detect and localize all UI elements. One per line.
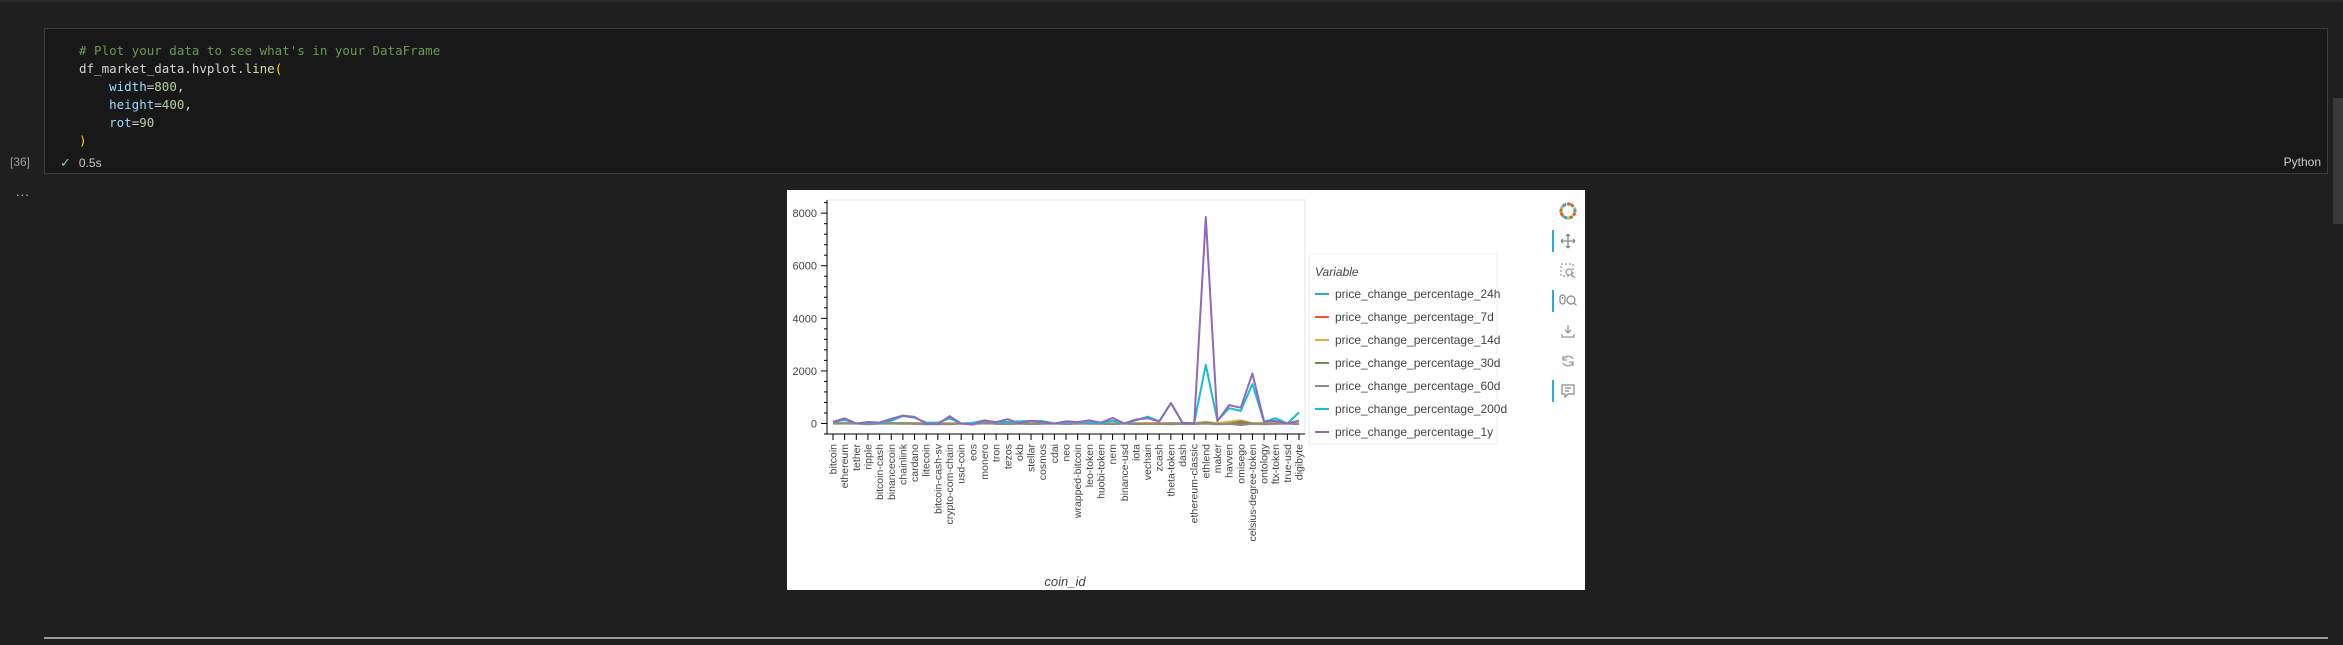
x-tick-label: ethlend	[1200, 444, 1212, 479]
y-tick-label: 0	[811, 418, 817, 430]
x-tick-label: bitcoin-cash-sv	[932, 443, 944, 514]
code-val-width: 800	[154, 79, 177, 94]
x-tick-label: huobi-token	[1095, 444, 1107, 499]
x-tick-label: okb	[1014, 444, 1026, 461]
x-axis-label: coin_id	[1044, 574, 1086, 589]
x-tick-label: maker	[1212, 444, 1224, 474]
hover-icon[interactable]	[1552, 380, 1580, 402]
y-tick-label: 6000	[793, 261, 817, 273]
kernel-language-button[interactable]: Python	[2284, 155, 2321, 169]
x-tick-label: iota	[1130, 444, 1142, 461]
bottom-divider	[44, 637, 2328, 639]
execution-count: [36]	[10, 155, 31, 169]
x-tick-label: ripple	[862, 444, 874, 470]
x-tick-label: crypto-com-chain	[944, 444, 956, 525]
code-call-object: df_market_data.hvplot.	[79, 61, 245, 76]
code-kw-rot: rot	[109, 115, 132, 130]
x-tick-label: neo	[1061, 444, 1073, 462]
code-val-height: 400	[161, 97, 185, 112]
x-tick-label: chainlink	[897, 443, 909, 485]
reset-icon[interactable]	[1556, 350, 1580, 372]
x-tick-label: theta-token	[1165, 444, 1177, 497]
code-line-close-paren: )	[79, 133, 87, 148]
x-tick-label: litecoin	[921, 444, 933, 477]
x-tick-label: bitcoin-cash	[874, 444, 886, 500]
code-val-rot: 90	[139, 115, 155, 130]
pan-icon[interactable]	[1552, 230, 1580, 252]
x-tick-label: binance-usd	[1119, 444, 1131, 501]
x-tick-label: zcash	[1154, 444, 1166, 472]
bokeh-toolbar	[1552, 196, 1582, 426]
legend-entry: price_change_percentage_200d	[1335, 402, 1507, 416]
x-tick-label: tron	[991, 444, 1003, 462]
y-tick-label: 4000	[793, 313, 817, 325]
code-comma: ,	[176, 79, 185, 94]
code-call-paren: (	[274, 61, 283, 76]
code-cell[interactable]: # Plot your data to see what's in your D…	[44, 28, 2328, 174]
x-tick-label: monero	[979, 444, 991, 480]
x-tick-label: havven	[1224, 444, 1236, 478]
hvplot-output: 0 2000 4000 6000 8000 bitcoin ethereum tether r…	[787, 190, 1585, 590]
x-tick-label: tezos	[1002, 444, 1014, 469]
y-tick-label: 2000	[793, 366, 817, 378]
box-zoom-icon[interactable]	[1556, 260, 1580, 282]
x-tick-label: ftx-token	[1270, 444, 1282, 484]
legend-entry: price_change_percentage_60d	[1335, 379, 1500, 393]
x-tick-label: bitcoin	[828, 444, 840, 475]
x-tick-label: cosmos	[1037, 444, 1049, 480]
code-editor[interactable]: # Plot your data to see what's in your D…	[79, 42, 440, 150]
x-tick-label: celsius-degree-token	[1247, 444, 1259, 542]
code-comma: ,	[184, 97, 192, 112]
code-line-call: df_market_data.hvplot.line(	[79, 61, 282, 76]
x-tick-label: vechain	[1142, 444, 1154, 480]
x-tick-label: leo-token	[1084, 444, 1096, 487]
line-chart[interactable]: 0 2000 4000 6000 8000 bitcoin ethereum tether r…	[787, 190, 1547, 590]
x-tick-label: tether	[851, 444, 863, 471]
x-tick-label: true-usd	[1282, 444, 1294, 483]
legend-entry: price_change_percentage_7d	[1335, 310, 1494, 324]
legend-entry: price_change_percentage_14d	[1335, 333, 1500, 347]
code-kw-height: height	[109, 97, 155, 112]
x-tick-label: wrapped-bitcoin	[1072, 444, 1084, 519]
x-tick-label: ethereum-classic	[1189, 444, 1201, 523]
code-comment-line: # Plot your data to see what's in your D…	[79, 43, 441, 58]
cell-status: ✓ 0.5s	[60, 155, 102, 171]
x-tick-label: dash	[1177, 444, 1189, 467]
legend-entry: price_change_percentage_24h	[1335, 287, 1500, 301]
legend-title: Variable	[1315, 265, 1359, 279]
y-tick-label: 8000	[793, 208, 817, 220]
x-tick-label: nem	[1107, 444, 1119, 465]
x-tick-label: digibyte	[1294, 444, 1306, 480]
top-divider	[0, 0, 2343, 2]
x-tick-label: stellar	[1026, 444, 1038, 473]
code-line-height: height=400,	[79, 97, 192, 112]
save-icon[interactable]	[1556, 320, 1580, 342]
code-kw-width: width	[109, 79, 147, 94]
legend-entry: price_change_percentage_1y	[1335, 425, 1493, 439]
check-icon: ✓	[60, 155, 71, 170]
wheel-zoom-icon[interactable]	[1552, 290, 1580, 312]
code-eq: =	[154, 97, 162, 112]
legend-entry: price_change_percentage_30d	[1335, 356, 1500, 370]
code-call-function: line	[244, 61, 275, 76]
output-more-button[interactable]: ...	[16, 184, 30, 199]
x-tick-label: ontology	[1259, 443, 1271, 483]
code-line-rot: rot=90	[79, 115, 154, 130]
x-tick-label: cdai	[1049, 444, 1061, 463]
vertical-scrollbar[interactable]	[2333, 98, 2343, 224]
x-tick-label: omisego	[1235, 444, 1247, 484]
x-tick-label: eos	[967, 444, 979, 461]
code-line-width: width=800,	[79, 79, 184, 94]
execution-time: 0.5s	[78, 156, 102, 170]
plot-area	[826, 199, 1306, 435]
x-tick-label: ethereum	[839, 444, 851, 489]
x-tick-label: cardano	[909, 444, 921, 482]
x-tick-label: usd-coin	[956, 444, 968, 484]
x-tick-label: binancecoin	[886, 444, 898, 500]
bokeh-logo-icon[interactable]	[1556, 200, 1580, 222]
